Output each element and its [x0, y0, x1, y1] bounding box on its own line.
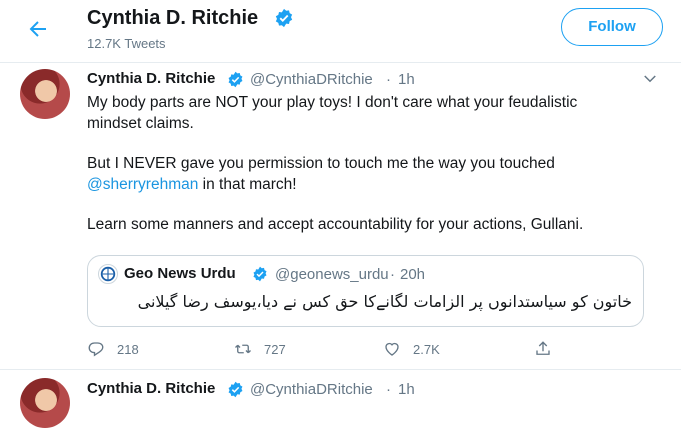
separator-dot: · — [386, 381, 391, 398]
like-count: 2.7K — [413, 341, 440, 357]
tweet-timestamp[interactable]: 1h — [398, 71, 415, 88]
follow-button[interactable]: Follow — [561, 8, 663, 46]
profile-name: Cynthia D. Ritchie — [87, 7, 259, 29]
verified-badge-icon — [228, 381, 243, 398]
verified-badge-icon — [228, 71, 243, 88]
verified-badge-icon — [253, 266, 267, 282]
tweet-text-line: @sherryrehman in that march! — [87, 175, 662, 196]
quoted-timestamp[interactable]: 20h — [400, 266, 425, 283]
tweet-author-name[interactable]: Cynthia D. Ritchie — [87, 380, 215, 397]
tweet-text-line: mindset claims. — [87, 114, 194, 132]
quoted-tweet[interactable]: Geo News Urdu @geonews_urdu · 20h خاتون … — [87, 255, 644, 327]
back-arrow-icon[interactable] — [26, 17, 50, 41]
quoted-tweet-text: خاتون کو سیاستدانوں پر الزامات لگانےکا ح… — [137, 292, 632, 311]
mention-link[interactable]: @sherryrehman — [87, 176, 198, 193]
tweet-text-line: But I NEVER gave you permission to touch… — [87, 155, 555, 172]
reply-count: 218 — [117, 341, 139, 357]
tweet-text-line: My body parts are NOT your play toys! I … — [87, 94, 578, 111]
tweet-text-fragment: in that march! — [198, 175, 297, 193]
tweet-timestamp[interactable]: 1h — [398, 381, 415, 398]
retweet-icon — [235, 344, 251, 354]
separator-dot: · — [390, 266, 395, 283]
tweet-text-line: Learn some manners and accept accountabi… — [87, 216, 584, 233]
avatar[interactable] — [20, 69, 70, 119]
tweet[interactable]: Cynthia D. Ritchie @CynthiaDRitchie · 1h — [0, 370, 681, 428]
tweet-author-name[interactable]: Cynthia D. Ritchie — [87, 70, 215, 87]
separator-dot: · — [386, 71, 391, 88]
retweet-count: 727 — [264, 341, 286, 357]
geo-news-logo-icon — [98, 264, 118, 284]
quoted-author-name[interactable]: Geo News Urdu — [124, 265, 236, 282]
verified-badge-icon — [275, 8, 293, 28]
reply-button[interactable]: 218 — [87, 338, 139, 360]
profile-header: Cynthia D. Ritchie 12.7K Tweets Follow — [0, 0, 681, 63]
chevron-down-icon[interactable] — [641, 70, 659, 88]
heart-icon — [385, 342, 399, 356]
like-button[interactable]: 2.7K — [383, 338, 440, 360]
share-button[interactable] — [534, 338, 564, 360]
tweet[interactable]: Cynthia D. Ritchie @CynthiaDRitchie · 1h… — [0, 63, 681, 370]
tweet-actions: 218 727 2.7K — [87, 338, 567, 360]
avatar[interactable] — [20, 378, 70, 428]
retweet-button[interactable]: 727 — [234, 338, 286, 360]
quoted-author-handle[interactable]: @geonews_urdu — [275, 266, 389, 283]
tweet-author-handle[interactable]: @CynthiaDRitchie — [250, 71, 373, 88]
reply-icon — [88, 342, 104, 357]
share-icon — [536, 341, 550, 355]
tweet-author-handle[interactable]: @CynthiaDRitchie — [250, 381, 373, 398]
tweet-count: 12.7K Tweets — [87, 36, 166, 51]
tweet-text: My body parts are NOT your play toys! I … — [87, 93, 662, 236]
